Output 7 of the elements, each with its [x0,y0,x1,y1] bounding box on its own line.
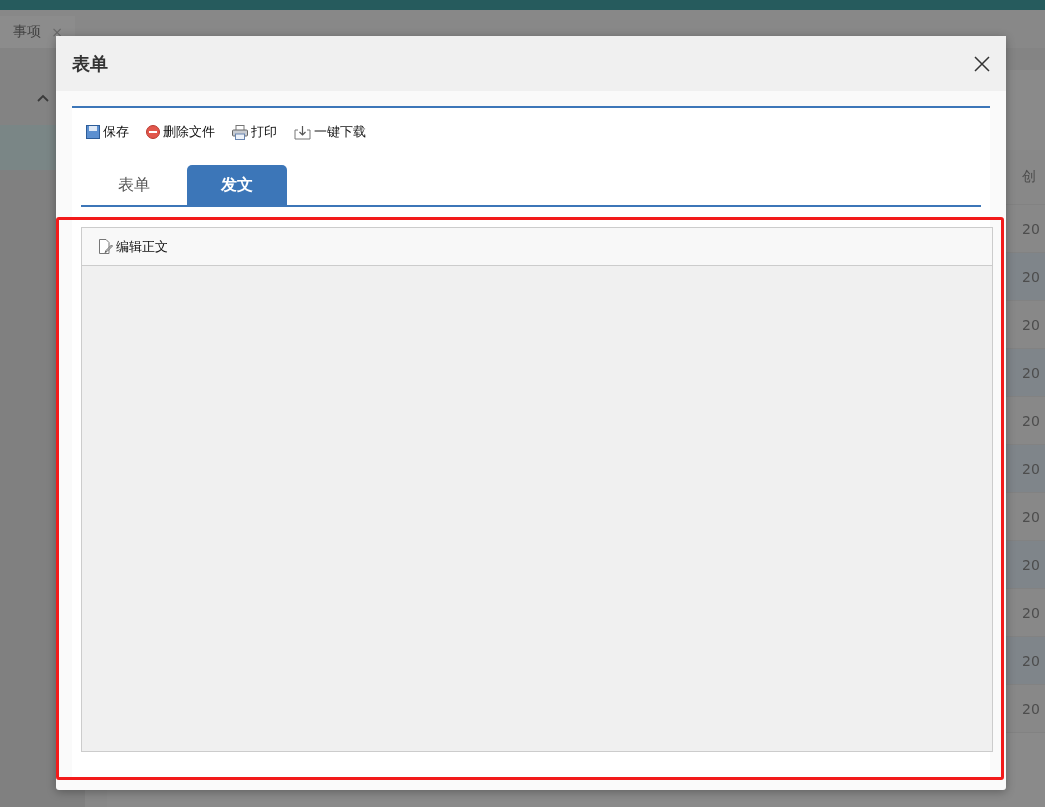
table-cell: 20 [1006,541,1045,589]
table-cell: 20 [1006,349,1045,397]
table-cell: 20 [1006,637,1045,685]
dialog-title: 表单 [72,51,108,76]
tab-label: 事项 [13,23,42,41]
table-cell: 20 [1006,253,1045,301]
table-cell: 20 [1006,445,1045,493]
